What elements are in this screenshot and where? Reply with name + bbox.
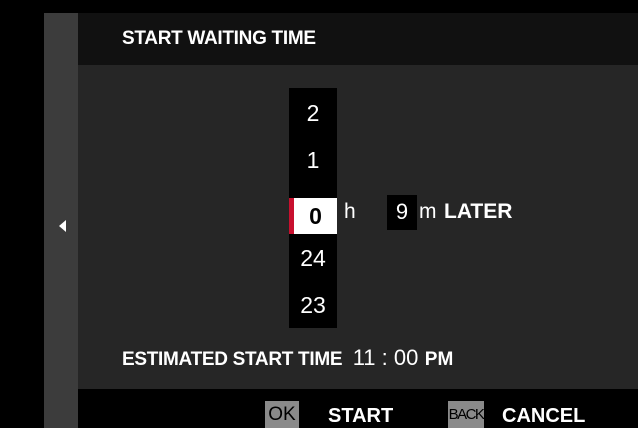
- page-title: START WAITING TIME: [122, 28, 316, 49]
- camera-menu-screen: START WAITING TIME 2 1 0 24 23 h 9 m LAT…: [0, 0, 638, 428]
- estimated-start-label: ESTIMATED START TIME: [122, 349, 343, 370]
- later-label: LATER: [444, 200, 513, 223]
- hour-option[interactable]: 23: [289, 290, 337, 320]
- minute-unit-label: m: [419, 200, 437, 223]
- header-bar: START WAITING TIME: [78, 13, 638, 65]
- back-key-icon[interactable]: BACK: [448, 401, 485, 428]
- start-action-label[interactable]: START: [328, 402, 393, 428]
- cancel-action-label[interactable]: CANCEL: [502, 402, 585, 428]
- ok-key-icon[interactable]: OK: [265, 401, 299, 428]
- hour-option[interactable]: 1: [289, 145, 337, 175]
- hour-selected[interactable]: 0: [289, 198, 337, 234]
- footer-bar: OK START BACK CANCEL: [78, 389, 638, 428]
- minute-picker[interactable]: 9: [387, 195, 417, 230]
- triangle-left-icon[interactable]: [59, 220, 66, 232]
- main-panel: 2 1 0 24 23 h 9 m LATER ESTIMATED START …: [78, 65, 638, 389]
- estimated-start-time: 11 : 00: [352, 345, 419, 370]
- estimated-start-row: ESTIMATED START TIME 11 : 00 PM: [122, 343, 453, 376]
- hour-picker[interactable]: 2 1 0 24 23: [289, 88, 337, 328]
- left-rail: [44, 13, 78, 428]
- hour-option[interactable]: 2: [289, 98, 337, 128]
- hour-unit-label: h: [344, 200, 356, 223]
- estimated-start-ampm: PM: [424, 349, 454, 370]
- hour-selected-value: 0: [309, 203, 322, 229]
- hour-option[interactable]: 24: [289, 243, 337, 273]
- minute-value: 9: [395, 199, 409, 224]
